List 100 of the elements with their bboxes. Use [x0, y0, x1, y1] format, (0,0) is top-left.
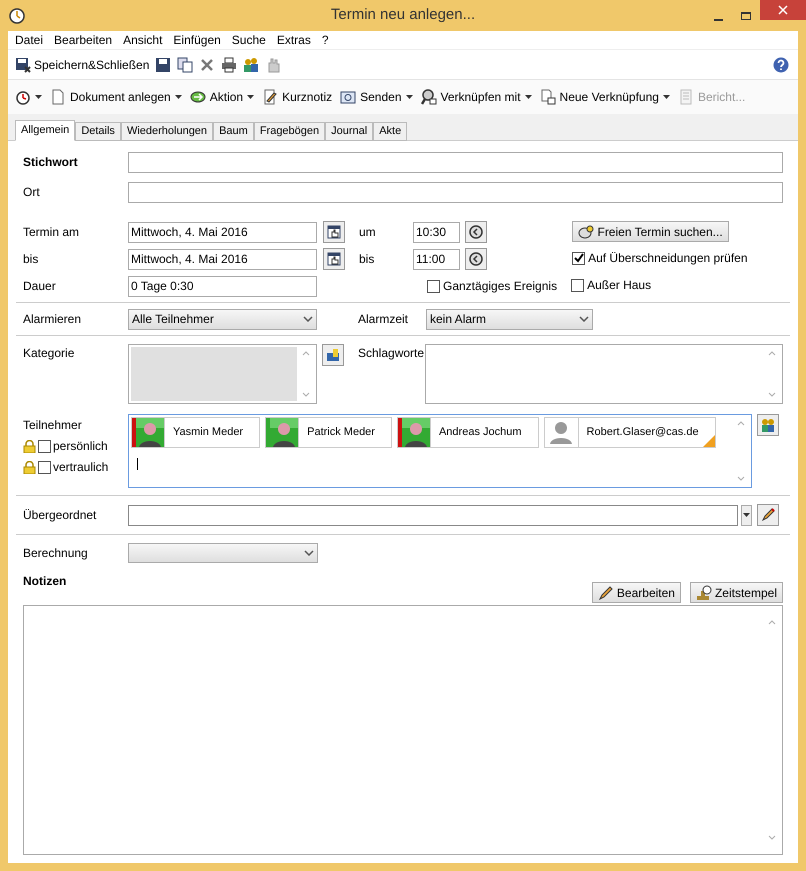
- menu-item[interactable]: Extras: [276, 31, 311, 49]
- toolbar-button[interactable]: Bearbeiten: [592, 582, 681, 603]
- tab[interactable]: Journal: [325, 122, 374, 141]
- people-button[interactable]: [243, 56, 260, 72]
- dropdown[interactable]: kein Alarm: [426, 308, 593, 330]
- field-label: um: [358, 224, 377, 241]
- clock-button[interactable]: [465, 221, 487, 243]
- floppy-icon: [155, 56, 172, 72]
- category-button[interactable]: [322, 344, 344, 366]
- calendar-button[interactable]: [323, 248, 345, 270]
- menu-item[interactable]: Ansicht: [123, 31, 162, 49]
- toolbar-button[interactable]: Dokument anlegen: [50, 88, 182, 106]
- window-title: Termin neu anlegen...: [330, 5, 476, 26]
- field-label: Alarmieren: [23, 311, 82, 328]
- help-button[interactable]: [773, 56, 789, 72]
- clock-button[interactable]: [465, 248, 487, 270]
- input-field[interactable]: [128, 152, 783, 172]
- menu-item[interactable]: Einfügen: [173, 31, 221, 49]
- participant-chip[interactable]: Yasmin Meder: [131, 417, 260, 448]
- checkbox[interactable]: [38, 440, 51, 452]
- participant-name: Andreas Jochum: [438, 425, 522, 440]
- copy-button[interactable]: [177, 56, 194, 72]
- field-label: Übergeordnet: [23, 507, 98, 524]
- checkbox[interactable]: [572, 252, 586, 264]
- save-icon: [15, 56, 31, 72]
- date-field[interactable]: Mittwoch, 4. Mai 2016: [128, 248, 317, 270]
- field-label: bis: [358, 251, 376, 268]
- toolbar-button[interactable]: Zeitstempel: [690, 582, 783, 603]
- menu-item[interactable]: Datei: [15, 31, 44, 49]
- field-label: Notizen: [23, 573, 66, 590]
- tab[interactable]: Fragebögen: [254, 122, 326, 141]
- checkbox[interactable]: [571, 278, 584, 292]
- participant-name: Patrick Meder: [307, 425, 375, 440]
- checkbox[interactable]: [38, 460, 51, 474]
- save-close-button[interactable]: Speichern&Schließen: [15, 56, 150, 74]
- close-icon: [778, 5, 788, 15]
- lock-icon: [23, 440, 36, 452]
- people-icon: [761, 418, 775, 432]
- tab[interactable]: Akte: [373, 122, 408, 141]
- calendar-icon: [327, 252, 341, 266]
- note-icon: [262, 89, 278, 105]
- field-label: bis: [23, 251, 40, 268]
- pencil-icon: [761, 508, 775, 522]
- time-field[interactable]: 10:30: [413, 222, 460, 242]
- field-label: Ort: [23, 184, 41, 201]
- delete-button[interactable]: [199, 56, 216, 72]
- toolbar-button[interactable]: Neue Verknüpfung: [540, 88, 670, 106]
- date-field[interactable]: Mittwoch, 4. Mai 2016: [128, 222, 317, 242]
- close-button[interactable]: [760, 0, 806, 20]
- toolbar-button[interactable]: Verknüpfen mit: [420, 88, 532, 106]
- clock-icon: [469, 252, 483, 266]
- participant-chip[interactable]: Patrick Meder: [265, 417, 392, 448]
- report-icon: [678, 89, 694, 105]
- tab[interactable]: Allgemein: [15, 120, 76, 141]
- caret-icon: [743, 513, 750, 517]
- chevron-icon: [304, 550, 314, 556]
- tab[interactable]: Wiederholungen: [120, 122, 214, 141]
- toolbar-button[interactable]: Kurznotiz: [262, 88, 332, 106]
- find-free-slot-button[interactable]: Freien Termin suchen...: [572, 221, 730, 242]
- field-label: Berechnung: [23, 544, 89, 562]
- time-field[interactable]: 11:00: [413, 248, 460, 270]
- calendar-button[interactable]: [323, 221, 345, 243]
- field-label: Schlagworte: [358, 345, 425, 362]
- field-label: persönlich: [53, 438, 108, 455]
- clock-icon: [469, 225, 483, 239]
- edit-button[interactable]: [757, 504, 779, 526]
- keywords-field[interactable]: [425, 344, 783, 404]
- add-participant-button[interactable]: [757, 414, 779, 436]
- print-button[interactable]: [221, 56, 238, 72]
- chevron-icon: [303, 316, 313, 322]
- chevron-icon: [579, 316, 589, 322]
- field-label: Kategorie: [23, 345, 76, 362]
- tab[interactable]: Details: [75, 122, 121, 141]
- save-button[interactable]: [155, 56, 172, 72]
- menu-item[interactable]: ?: [322, 31, 329, 49]
- input-field[interactable]: [128, 504, 738, 526]
- checkbox[interactable]: [427, 280, 440, 292]
- stamp-icon: [696, 584, 712, 600]
- dropdown[interactable]: Alle Teilnehmer: [128, 308, 317, 330]
- mail-icon: [340, 89, 356, 105]
- toolbar-button[interactable]: Senden: [340, 88, 412, 106]
- menu-item[interactable]: Bearbeiten: [54, 31, 112, 49]
- field-label: Ganztägiges Ereignis: [443, 278, 558, 295]
- participant-chip[interactable]: Robert.Glaser@cas.de: [544, 417, 716, 448]
- notes-field[interactable]: [23, 605, 783, 855]
- participants-field[interactable]: Yasmin Meder Patrick Meder Andreas Jochum Robert.Glaser@cas.de: [128, 414, 752, 488]
- toolbar-button[interactable]: Aktion: [190, 88, 254, 106]
- toolbar-button[interactable]: [15, 89, 42, 105]
- duration-field[interactable]: 0 Tage 0:30: [128, 276, 317, 296]
- stopwatch-icon: [15, 89, 31, 105]
- dropdown-button[interactable]: [741, 504, 752, 526]
- input-field[interactable]: [128, 182, 783, 202]
- field-label: Termin am: [23, 224, 80, 241]
- participant-chip[interactable]: Andreas Jochum: [396, 417, 539, 448]
- menu-item[interactable]: Suche: [232, 31, 266, 49]
- calendar-icon: [327, 225, 341, 239]
- tab[interactable]: Baum: [213, 122, 254, 141]
- close-icon: [199, 56, 216, 72]
- document-icon: [50, 89, 66, 105]
- printer-icon: [221, 56, 238, 72]
